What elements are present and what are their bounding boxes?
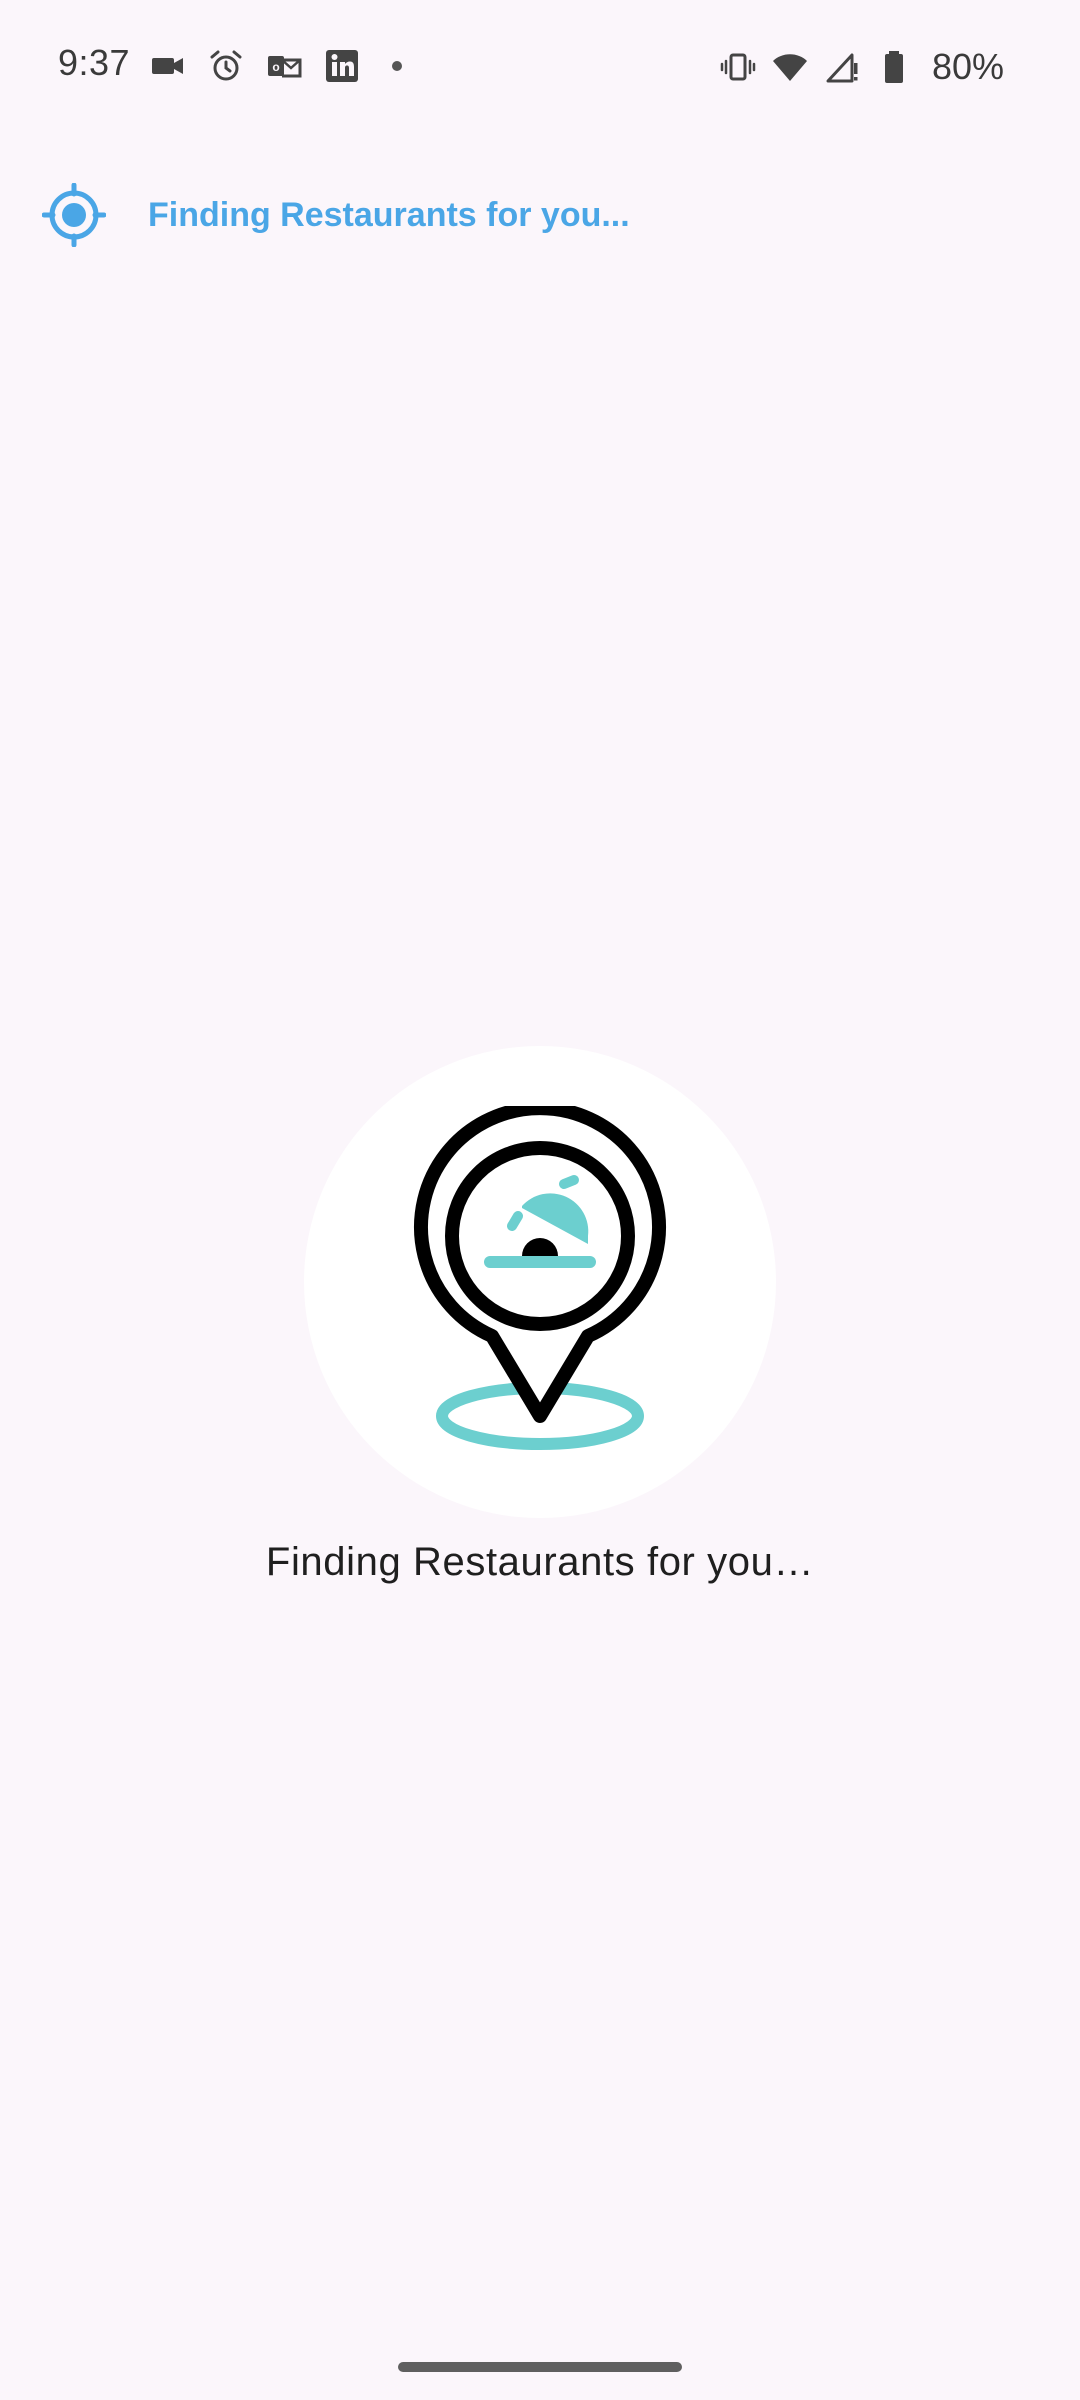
status-bar: 9:37 o 80%	[0, 0, 1080, 130]
banner-text: Finding Restaurants for you...	[148, 195, 630, 234]
restaurant-location-pin-icon	[414, 1106, 666, 1450]
linkedin-icon	[326, 50, 358, 82]
status-notification-icons: o	[150, 48, 402, 84]
svg-text:o: o	[272, 60, 279, 74]
notification-dot-icon	[392, 61, 402, 71]
gesture-navigation-bar[interactable]	[398, 2362, 682, 2372]
loading-message: Finding Restaurants for you…	[265, 1540, 815, 1584]
finding-location-banner[interactable]: Finding Restaurants for you...	[42, 182, 630, 248]
wifi-icon	[772, 54, 807, 81]
vibrate-icon	[720, 53, 756, 81]
video-camera-icon	[152, 58, 183, 74]
battery-percent: 80%	[931, 46, 1004, 87]
outlook-icon: o	[268, 56, 302, 78]
status-time: 9:37	[58, 42, 131, 83]
status-system-icons: 80%	[720, 46, 1004, 88]
alarm-clock-icon	[210, 50, 242, 81]
locate-icon[interactable]	[42, 183, 106, 247]
signal-icon	[826, 53, 858, 83]
battery-icon	[884, 51, 903, 83]
